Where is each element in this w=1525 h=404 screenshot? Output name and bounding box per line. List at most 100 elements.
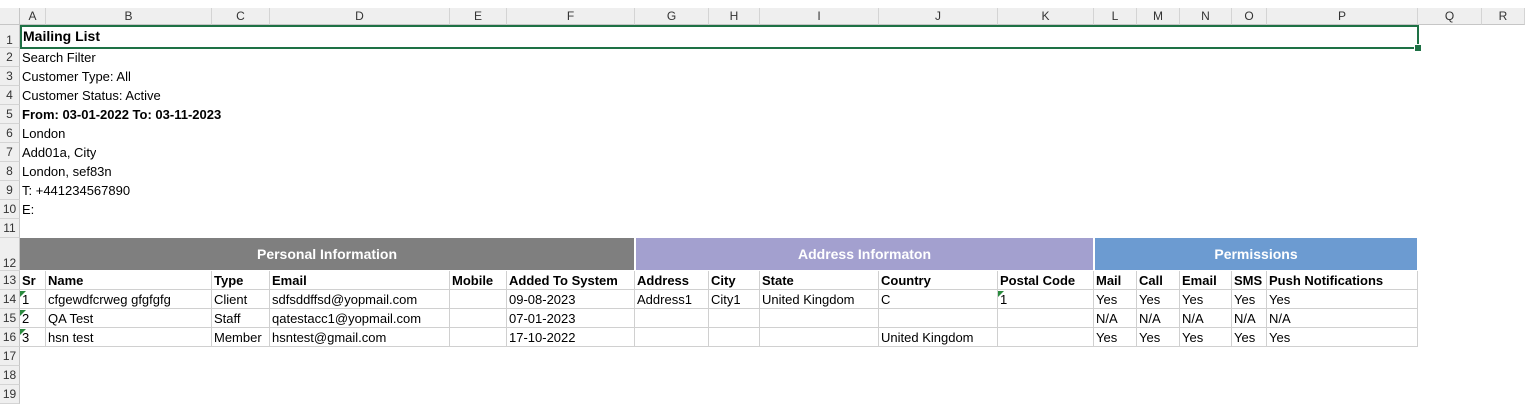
table-cell[interactable] — [879, 309, 998, 328]
row-header-2[interactable]: 2 — [0, 48, 20, 67]
table-cell[interactable] — [635, 328, 709, 347]
table-cell[interactable]: Client — [212, 290, 270, 309]
row-header-19[interactable]: 19 — [0, 385, 20, 404]
row-header-3[interactable]: 3 — [0, 67, 20, 86]
table-header-cell[interactable]: Email — [270, 271, 450, 290]
row-header-18[interactable]: 18 — [0, 366, 20, 385]
table-cell[interactable]: 07-01-2023 — [507, 309, 635, 328]
table-cell[interactable]: Yes — [1180, 328, 1232, 347]
row-header-8[interactable]: 8 — [0, 162, 20, 181]
table-header-cell[interactable]: City — [709, 271, 760, 290]
table-cell[interactable]: United Kingdom — [760, 290, 879, 309]
row-header-10[interactable]: 10 — [0, 200, 20, 219]
table-cell[interactable]: Yes — [1180, 290, 1232, 309]
table-header-cell[interactable]: Call — [1137, 271, 1180, 290]
address-information-band[interactable]: Address Informaton — [636, 238, 1093, 270]
table-cell[interactable] — [450, 309, 507, 328]
column-header-j[interactable]: J — [879, 8, 998, 25]
row-header-12[interactable]: 12 — [0, 238, 20, 271]
column-header-g[interactable]: G — [635, 8, 709, 25]
column-header-i[interactable]: I — [760, 8, 879, 25]
table-cell[interactable]: Staff — [212, 309, 270, 328]
table-header-cell[interactable]: Added To System — [507, 271, 635, 290]
personal-information-band[interactable]: Personal Information — [20, 238, 634, 270]
table-cell[interactable]: N/A — [1094, 309, 1137, 328]
table-header-cell[interactable]: State — [760, 271, 879, 290]
table-cell[interactable] — [709, 328, 760, 347]
table-cell[interactable] — [709, 309, 760, 328]
table-header-cell[interactable]: Email — [1180, 271, 1232, 290]
customer-status-label[interactable]: Customer Status: Active — [20, 86, 161, 105]
column-header-m[interactable]: M — [1137, 8, 1180, 25]
table-cell[interactable]: City1 — [709, 290, 760, 309]
table-cell[interactable]: sdfsddffsd@yopmail.com — [270, 290, 450, 309]
search-filter-label[interactable]: Search Filter — [20, 48, 96, 67]
city-label[interactable]: London — [20, 124, 65, 143]
date-range-label[interactable]: From: 03-01-2022 To: 03-11-2023 — [20, 105, 221, 124]
column-header-l[interactable]: L — [1094, 8, 1137, 25]
row-header-16[interactable]: 16 — [0, 328, 20, 347]
row-header-1[interactable]: 1 — [0, 25, 20, 48]
column-header-p[interactable]: P — [1267, 8, 1418, 25]
address-label[interactable]: Add01a, City — [20, 143, 96, 162]
column-header-f[interactable]: F — [507, 8, 635, 25]
column-header-c[interactable]: C — [212, 8, 270, 25]
row-header-9[interactable]: 9 — [0, 181, 20, 200]
table-header-cell[interactable]: Country — [879, 271, 998, 290]
table-header-cell[interactable]: SMS — [1232, 271, 1267, 290]
column-header-r[interactable]: R — [1482, 8, 1525, 25]
address-line2-label[interactable]: London, sef83n — [20, 162, 112, 181]
table-cell[interactable] — [635, 309, 709, 328]
table-cell[interactable] — [450, 328, 507, 347]
table-cell[interactable]: Address1 — [635, 290, 709, 309]
row-header-15[interactable]: 15 — [0, 309, 20, 328]
column-header-k[interactable]: K — [998, 8, 1094, 25]
table-cell[interactable] — [760, 328, 879, 347]
table-cell[interactable]: United Kingdom — [879, 328, 998, 347]
table-cell[interactable]: Yes — [1267, 290, 1418, 309]
table-cell[interactable]: Yes — [1267, 328, 1418, 347]
table-cell[interactable]: Member — [212, 328, 270, 347]
table-cell[interactable]: cfgewdfcrweg gfgfgfg — [46, 290, 212, 309]
row-header-13[interactable]: 13 — [0, 271, 20, 290]
row-header-6[interactable]: 6 — [0, 124, 20, 143]
spreadsheet-grid[interactable]: ABCDEFGHIJKLMNOPQR 1 2 3 4 5 6 7 8 9 10 11 12 13 14 15… — [0, 0, 1525, 404]
table-cell[interactable]: C — [879, 290, 998, 309]
column-header-n[interactable]: N — [1180, 8, 1232, 25]
row-header-14[interactable]: 14 — [0, 290, 20, 309]
table-cell[interactable]: 17-10-2022 — [507, 328, 635, 347]
column-header-h[interactable]: H — [709, 8, 760, 25]
row-header-5[interactable]: 5 — [0, 105, 20, 124]
column-header-q[interactable]: Q — [1418, 8, 1482, 25]
select-all-corner[interactable] — [0, 8, 20, 25]
table-header-cell[interactable]: Mail — [1094, 271, 1137, 290]
table-cell[interactable]: 1 — [998, 290, 1094, 309]
table-cell[interactable]: 09-08-2023 — [507, 290, 635, 309]
table-header-cell[interactable]: Address — [635, 271, 709, 290]
table-cell[interactable]: hsn test — [46, 328, 212, 347]
table-cell[interactable]: hsntest@gmail.com — [270, 328, 450, 347]
table-header-cell[interactable]: Postal Code — [998, 271, 1094, 290]
table-cell[interactable] — [760, 309, 879, 328]
table-cell[interactable] — [998, 328, 1094, 347]
permissions-band[interactable]: Permissions — [1095, 238, 1417, 270]
column-header-d[interactable]: D — [270, 8, 450, 25]
phone-label[interactable]: T: +441234567890 — [20, 181, 130, 200]
column-header-b[interactable]: B — [46, 8, 212, 25]
row-header-7[interactable]: 7 — [0, 143, 20, 162]
table-cell[interactable]: Yes — [1232, 290, 1267, 309]
fill-handle[interactable] — [1414, 44, 1422, 52]
table-cell[interactable]: N/A — [1180, 309, 1232, 328]
table-cell[interactable]: Yes — [1137, 290, 1180, 309]
table-cell[interactable] — [450, 290, 507, 309]
table-header-cell[interactable]: Push Notifications — [1267, 271, 1418, 290]
table-cell[interactable]: N/A — [1267, 309, 1418, 328]
table-cell[interactable]: Yes — [1232, 328, 1267, 347]
table-cell[interactable]: Yes — [1137, 328, 1180, 347]
table-header-cell[interactable]: Mobile — [450, 271, 507, 290]
table-header-cell[interactable]: Sr — [20, 271, 46, 290]
row-header-17[interactable]: 17 — [0, 347, 20, 366]
table-cell[interactable] — [998, 309, 1094, 328]
email-label[interactable]: E: — [20, 200, 34, 219]
table-cell[interactable]: Yes — [1094, 290, 1137, 309]
